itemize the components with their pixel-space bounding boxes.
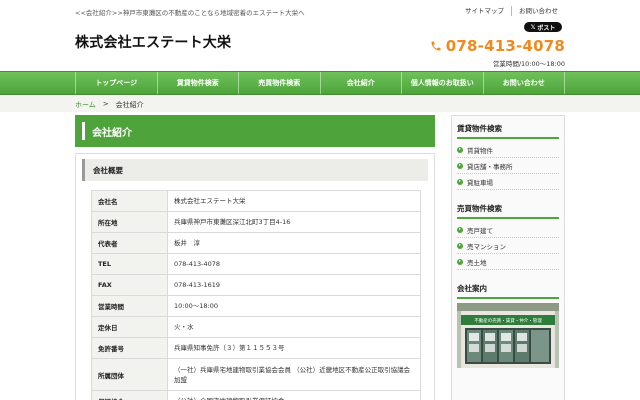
row-value: 10:00～18:00 (167, 295, 421, 317)
contact-link[interactable]: お問い合わせ (511, 6, 565, 16)
company-logo-text[interactable]: 株式会社エステート大栄 (75, 32, 231, 52)
phone-block: 078-413-4078 (430, 37, 565, 55)
title-accent-bar (82, 122, 85, 140)
arrow-right-icon (457, 242, 463, 249)
table-row: 所属団体 （一社）兵庫県宅地建物取引業協会会員 （公社）近畿地区不動産公正取引協… (91, 358, 421, 391)
table-row: 代表者 板井 淳 (91, 232, 421, 254)
sidebar-item-land[interactable]: 売土地 (457, 254, 559, 270)
arrow-right-icon (457, 226, 463, 233)
business-hours: 営業時間/10:00～18:00 (492, 60, 565, 68)
sidebar-item-label: 売戸建て (467, 226, 493, 235)
row-value: 兵庫県神戸市東灘区深江北町3丁目4-16 (167, 211, 421, 233)
table-row: 会社名 株式会社エステート大栄 (91, 190, 421, 212)
sidebar-item-label: 売土地 (467, 258, 487, 267)
storefront-illustration: 不動産の売買・賃貸・仲介・管理 (457, 303, 559, 368)
row-label: 所在地 (91, 211, 168, 233)
row-label: 会社名 (91, 190, 168, 212)
table-row: 所在地 兵庫県神戸市東灘区深江北町3丁目4-16 (91, 211, 421, 233)
sidebar-sale-list: 売戸建て 売マンション 売土地 (457, 222, 559, 270)
global-nav: トップページ 賃貸物件検索 売買物件検索 会社紹介 個人情報のお取扱い お問い合… (0, 71, 640, 95)
nav-item-contact[interactable]: お問い合わせ (482, 72, 565, 94)
sidebar-item-label: 売マンション (467, 242, 506, 251)
sidebar-item-label: 貸店舗・事務所 (467, 162, 513, 171)
company-info-table: 会社名 株式会社エステート大栄 所在地 兵庫県神戸市東灘区深江北町3丁目4-16… (91, 190, 421, 400)
row-label: FAX (91, 274, 168, 296)
company-overview-section: 会社概要 会社名 株式会社エステート大栄 所在地 兵庫県神戸市東灘区深江北町3丁… (75, 153, 435, 400)
row-value: 078-413-4078 (167, 253, 421, 275)
row-label: 営業時間 (91, 295, 168, 317)
page-title: 会社紹介 (92, 128, 132, 139)
row-label: 定休日 (91, 316, 168, 338)
row-value: 兵庫県知事免許（３）第１１５５３号 (167, 337, 421, 359)
sidebar-item-parking[interactable]: 貸駐車場 (457, 174, 559, 190)
sidebar-item-label: 貸駐車場 (467, 178, 493, 187)
row-value: （公社）全国宅地建物取引業保証協会 (167, 390, 421, 400)
breadcrumb-home[interactable]: ホーム (75, 100, 96, 110)
store-photo[interactable]: 不動産の売買・賃貸・仲介・管理 (457, 303, 559, 368)
sidebar-item-label: 賃貸物件 (467, 146, 493, 155)
phone-number[interactable]: 078-413-4078 (446, 37, 565, 55)
section-title: 会社概要 (82, 159, 428, 181)
table-row: 免許番号 兵庫県知事免許（３）第１１５５３号 (91, 337, 421, 359)
page: <<会社紹介>>神戸市東灘区の不動産のことなら地域密着のエステート大栄へ サイト… (0, 0, 640, 400)
breadcrumb-separator: > (102, 100, 109, 108)
store-sign-text: 不動産の売買・賃貸・仲介・管理 (474, 317, 542, 324)
arrow-right-icon (457, 258, 463, 265)
phone-icon (431, 41, 441, 51)
arrow-right-icon (457, 178, 463, 185)
sidebar-item-mansion[interactable]: 売マンション (457, 238, 559, 254)
nav-item-top[interactable]: トップページ (75, 72, 157, 94)
row-label: 所属団体 (91, 358, 168, 391)
arrow-right-icon (457, 146, 463, 153)
nav-inner: トップページ 賃貸物件検索 売買物件検索 会社紹介 個人情報のお取扱い お問い合… (75, 72, 565, 94)
main-content: 会社紹介 会社概要 会社名 株式会社エステート大栄 所在地 兵庫県神戸市東灘区深… (75, 115, 435, 400)
row-value: 株式会社エステート大栄 (167, 190, 421, 212)
header-tagline: <<会社紹介>>神戸市東灘区の不動産のことなら地域密着のエステート大栄へ (75, 9, 305, 17)
table-row: 保証協会 （公社）全国宅地建物取引業保証協会 (91, 390, 421, 400)
breadcrumb-current: 会社紹介 (115, 101, 144, 109)
sidebar: 賃貸物件検索 賃貸物件 貸店舗・事務所 貸駐車場 売買物件検索 売戸建て 売マン… (451, 115, 565, 400)
row-label: 代表者 (91, 232, 168, 254)
sidebar-item-house[interactable]: 売戸建て (457, 222, 559, 238)
row-value: 火・水 (167, 316, 421, 338)
row-value: 板井 淳 (167, 232, 421, 254)
row-label: 保証協会 (91, 390, 168, 400)
x-post-button[interactable]: 𝕏 ポスト (524, 22, 562, 32)
row-label: TEL (91, 253, 168, 275)
sitemap-link[interactable]: サイトマップ (458, 6, 511, 16)
sidebar-company-heading: 会社案内 (457, 283, 559, 299)
x-post-label: ポスト (537, 24, 556, 32)
arrow-right-icon (457, 162, 463, 169)
nav-item-rent-search[interactable]: 賃貸物件検索 (156, 72, 239, 94)
sidebar-rent-list: 賃貸物件 貸店舗・事務所 貸駐車場 (457, 142, 559, 190)
breadcrumb: ホーム > 会社紹介 (75, 100, 144, 110)
table-row: 営業時間 10:00～18:00 (91, 295, 421, 317)
x-logo-icon: 𝕏 (530, 23, 536, 31)
sidebar-rent-heading: 賃貸物件検索 (457, 123, 559, 139)
top-links: サイトマップ お問い合わせ (458, 6, 565, 16)
sidebar-sale-heading: 売買物件検索 (457, 203, 559, 219)
row-label: 免許番号 (91, 337, 168, 359)
page-title-bar: 会社紹介 (75, 115, 435, 147)
row-value: 078-413-1619 (167, 274, 421, 296)
table-row: TEL 078-413-4078 (91, 253, 421, 275)
table-row: 定休日 火・水 (91, 316, 421, 338)
nav-item-privacy[interactable]: 個人情報のお取扱い (401, 72, 483, 94)
row-value: （一社）兵庫県宅地建物取引業協会会員 （公社）近畿地区不動産公正取引協議会加盟 (167, 358, 421, 391)
sidebar-item-rental[interactable]: 賃貸物件 (457, 142, 559, 158)
table-row: FAX 078-413-1619 (91, 274, 421, 296)
nav-item-sale-search[interactable]: 売買物件検索 (238, 72, 320, 94)
nav-item-company[interactable]: 会社紹介 (319, 72, 402, 94)
sidebar-item-shop-office[interactable]: 貸店舗・事務所 (457, 158, 559, 174)
